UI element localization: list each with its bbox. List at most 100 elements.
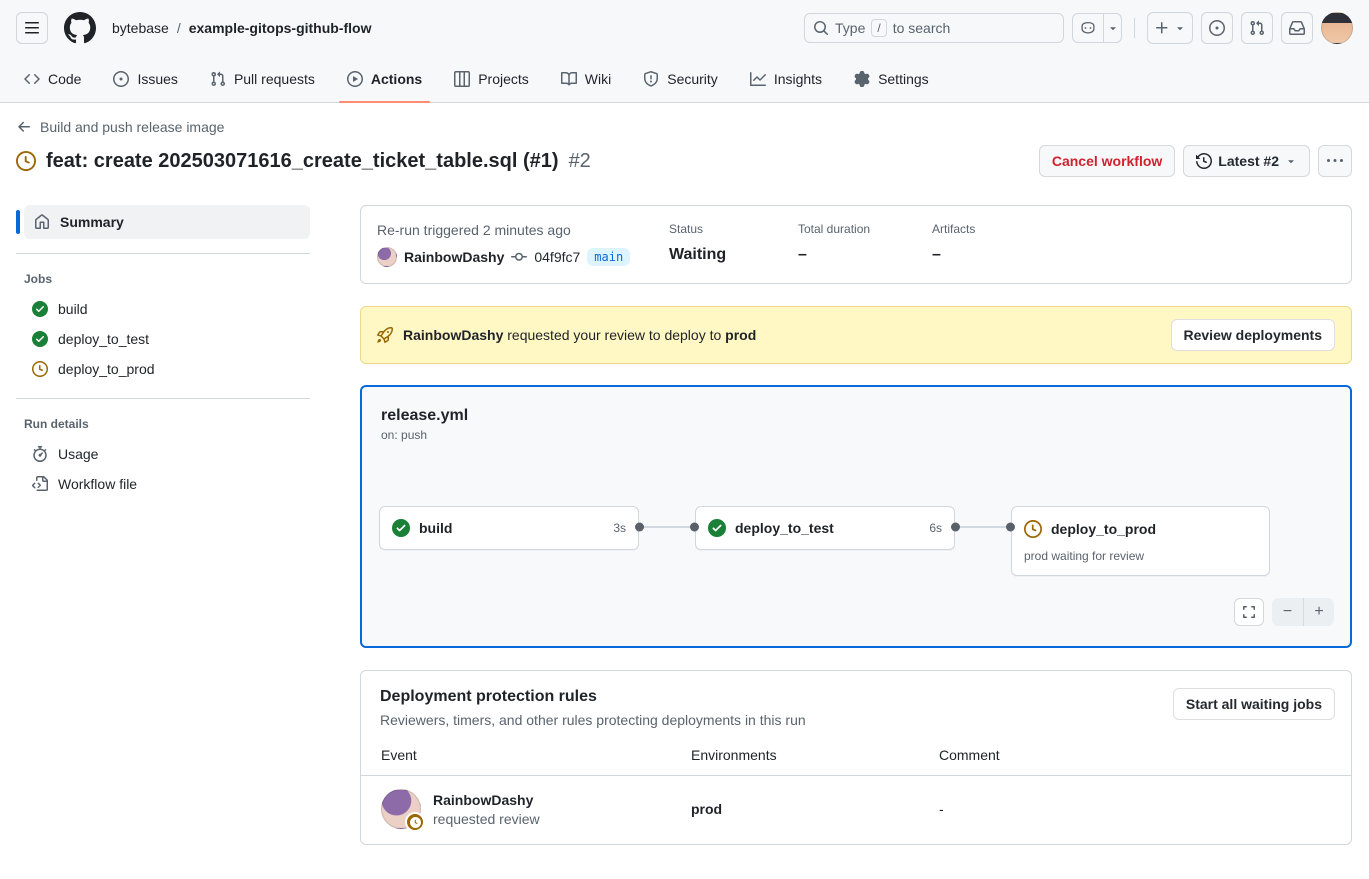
chevron-down-icon: [1174, 22, 1186, 34]
duration-label: Total duration: [798, 222, 932, 236]
review-request-banner: RainbowDashy requested your review to de…: [360, 306, 1352, 364]
tab-security[interactable]: Security: [627, 56, 734, 102]
check-circle-icon: [32, 331, 48, 347]
fullscreen-button[interactable]: [1234, 598, 1264, 626]
sidebar-item-summary[interactable]: Summary: [24, 205, 310, 239]
job-label: deploy_to_test: [58, 331, 149, 347]
hamburger-menu-button[interactable]: [16, 12, 48, 44]
clock-icon: [1024, 520, 1042, 538]
breadcrumb-repo[interactable]: example-gitops-github-flow: [189, 20, 372, 36]
rocket-icon: [377, 327, 393, 343]
tab-actions[interactable]: Actions: [331, 56, 438, 102]
artifacts-value: –: [932, 246, 975, 264]
reviewer-avatar[interactable]: [381, 789, 421, 829]
repo-nav-tabs: Code Issues Pull requests Actions Projec…: [0, 56, 1369, 103]
job-label: build: [58, 301, 88, 317]
sidebar-item-workflow-file[interactable]: Workflow file: [24, 469, 310, 499]
search-placeholder-prefix: Type: [835, 20, 865, 36]
actor-name[interactable]: RainbowDashy: [404, 249, 504, 265]
graph-node-deploy-to-prod[interactable]: deploy_to_prod prod waiting for review: [1011, 506, 1270, 576]
history-icon: [1196, 153, 1212, 169]
latest-run-dropdown[interactable]: Latest #2: [1183, 145, 1310, 177]
sidebar-job-deploy-to-test[interactable]: deploy_to_test: [24, 324, 310, 354]
tab-code[interactable]: Code: [8, 56, 97, 102]
column-event: Event: [381, 747, 691, 763]
search-input[interactable]: Type / to search: [804, 13, 1064, 43]
search-placeholder-suffix: to search: [893, 20, 951, 36]
banner-environment: prod: [725, 327, 756, 343]
back-to-workflow-link[interactable]: Build and push release image: [16, 119, 224, 135]
sidebar-item-usage[interactable]: Usage: [24, 439, 310, 469]
github-logo[interactable]: [64, 12, 96, 44]
inbox-icon: [1289, 20, 1305, 36]
copilot-split-button: [1072, 13, 1122, 43]
run-options-kebab-button[interactable]: [1318, 145, 1352, 177]
file-code-icon: [32, 476, 48, 492]
node-label: deploy_to_test: [735, 520, 834, 536]
run-sidebar: Summary Jobs build deploy_to_test: [16, 205, 310, 845]
check-circle-icon: [392, 519, 410, 537]
create-new-button[interactable]: [1147, 12, 1193, 44]
graph-node-build[interactable]: build 3s: [379, 506, 639, 550]
node-duration: 3s: [613, 521, 626, 535]
sidebar-job-deploy-to-prod[interactable]: deploy_to_prod: [24, 354, 310, 384]
arrow-left-icon: [16, 119, 32, 135]
trigger-text: Re-run triggered 2 minutes ago: [377, 222, 669, 238]
run-number: #2: [569, 150, 591, 173]
tab-label: Actions: [371, 71, 422, 87]
copilot-icon[interactable]: [1073, 14, 1103, 42]
back-label: Build and push release image: [40, 119, 224, 135]
run-details-section-label: Run details: [16, 413, 310, 439]
review-deployments-button[interactable]: Review deployments: [1171, 319, 1336, 351]
zoom-in-button[interactable]: +: [1303, 598, 1334, 626]
node-label: deploy_to_prod: [1051, 521, 1156, 537]
actor-avatar[interactable]: [377, 247, 397, 267]
check-circle-icon: [708, 519, 726, 537]
row-comment: -: [939, 801, 1331, 817]
pull-requests-button[interactable]: [1241, 12, 1273, 44]
three-bars-icon: [24, 20, 40, 36]
tab-pull-requests[interactable]: Pull requests: [194, 56, 331, 102]
reviewer-name[interactable]: RainbowDashy: [433, 792, 540, 808]
job-label: deploy_to_prod: [58, 361, 155, 377]
code-icon: [24, 71, 40, 87]
latest-run-label: Latest #2: [1218, 153, 1279, 169]
plus-icon: [1154, 20, 1170, 36]
table-icon: [454, 71, 470, 87]
cancel-workflow-button[interactable]: Cancel workflow: [1039, 145, 1175, 177]
chevron-down-icon: [1285, 155, 1297, 167]
tab-insights[interactable]: Insights: [734, 56, 838, 102]
slash-key-hint: /: [871, 19, 886, 37]
issue-opened-icon: [113, 71, 129, 87]
column-environments: Environments: [691, 747, 939, 763]
duration-value: –: [798, 246, 932, 264]
workflow-file-name: release.yml: [381, 407, 1330, 425]
zoom-out-button[interactable]: −: [1272, 598, 1303, 626]
tab-label: Insights: [774, 71, 822, 87]
graph-node-deploy-to-test[interactable]: deploy_to_test 6s: [695, 506, 955, 550]
breadcrumb-owner[interactable]: bytebase: [112, 20, 169, 36]
issues-button[interactable]: [1201, 12, 1233, 44]
reviewer-event: requested review: [433, 811, 540, 827]
commit-sha[interactable]: 04f9fc7: [534, 249, 580, 265]
run-title: feat: create 202503071616_create_ticket_…: [46, 150, 559, 173]
issue-opened-icon: [1209, 20, 1225, 36]
sidebar-divider: [16, 253, 310, 254]
start-all-waiting-jobs-button[interactable]: Start all waiting jobs: [1173, 688, 1335, 720]
tab-wiki[interactable]: Wiki: [545, 56, 627, 102]
graph-connector: [639, 506, 695, 548]
tab-settings[interactable]: Settings: [838, 56, 945, 102]
app-header: bytebase / example-gitops-github-flow Ty…: [0, 0, 1369, 103]
tab-projects[interactable]: Projects: [438, 56, 545, 102]
workflow-graph-card: release.yml on: push build 3s: [360, 385, 1352, 648]
copilot-caret-button[interactable]: [1103, 14, 1121, 42]
inbox-button[interactable]: [1281, 12, 1313, 44]
sidebar-job-build[interactable]: build: [24, 294, 310, 324]
tab-label: Issues: [137, 71, 177, 87]
user-avatar[interactable]: [1321, 12, 1353, 44]
usage-label: Usage: [58, 446, 98, 462]
tab-issues[interactable]: Issues: [97, 56, 193, 102]
clock-icon: [32, 361, 48, 377]
branch-badge[interactable]: main: [587, 248, 630, 266]
graph-connector: [955, 506, 1011, 548]
